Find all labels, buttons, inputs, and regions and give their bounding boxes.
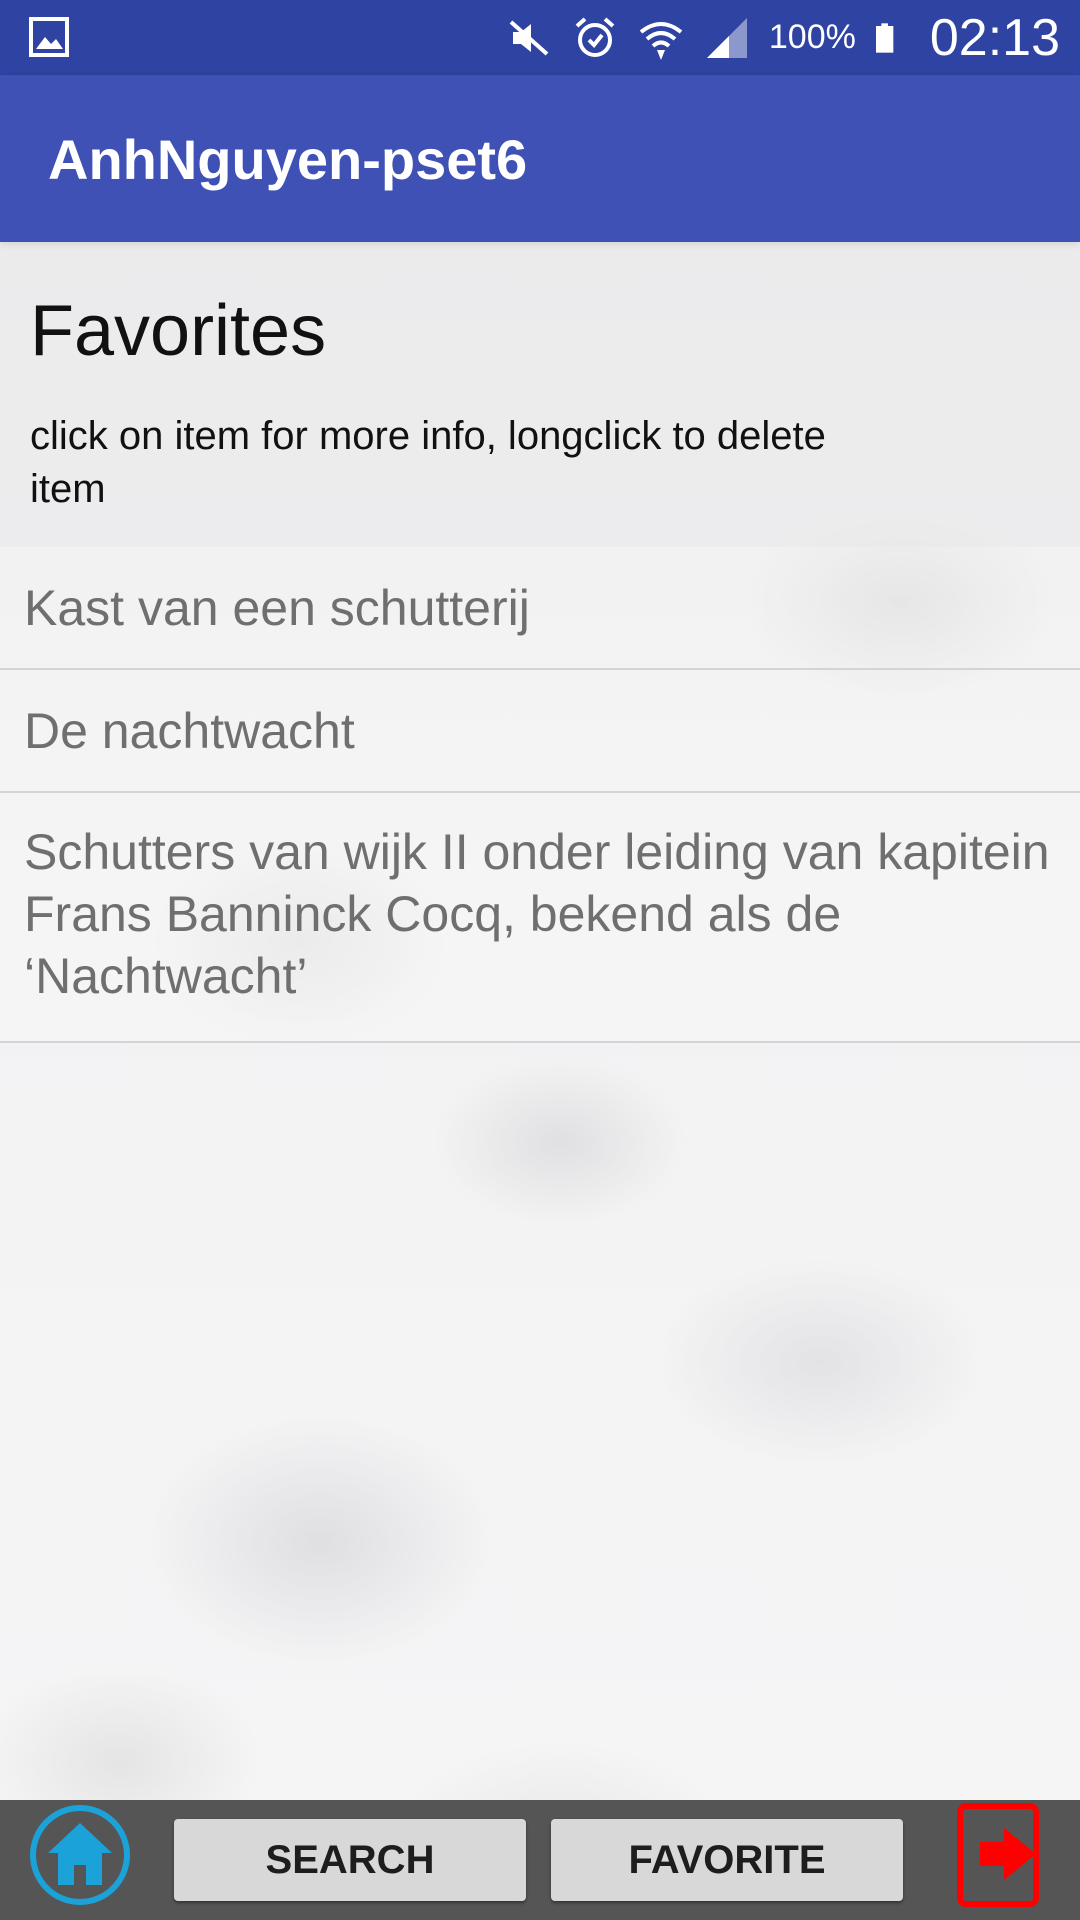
app-bar: AnhNguyen-pset6 <box>0 75 1080 242</box>
battery-icon <box>875 22 894 53</box>
mute-icon <box>509 20 549 55</box>
wifi-icon <box>639 21 683 60</box>
list-item[interactable]: Kast van een schutterij <box>0 547 1080 670</box>
signal-icon <box>706 17 747 58</box>
app-title: AnhNguyen-pset6 <box>48 128 528 191</box>
list-item[interactable]: Schutters van wijk II onder leiding van … <box>0 793 1080 1043</box>
battery-percent: 100% <box>768 18 856 56</box>
instruction-text: click on item for more info, longclick t… <box>30 414 826 511</box>
status-time: 02:13 <box>929 8 1060 67</box>
home-icon[interactable] <box>28 1803 132 1907</box>
alarm-icon <box>575 16 615 57</box>
status-bar: 100% 02:13 <box>0 0 1080 75</box>
logout-icon[interactable] <box>956 1802 1040 1908</box>
favorites-list: Kast van een schutterij De nachtwacht Sc… <box>0 547 1080 1043</box>
search-button[interactable]: SEARCH <box>174 1819 526 1901</box>
page-title: Favorites <box>30 291 327 371</box>
favorite-button[interactable]: FAVORITE <box>551 1819 903 1901</box>
bottom-bar <box>0 1800 1080 1920</box>
gallery-icon <box>29 17 69 57</box>
list-item[interactable]: De nachtwacht <box>0 670 1080 793</box>
